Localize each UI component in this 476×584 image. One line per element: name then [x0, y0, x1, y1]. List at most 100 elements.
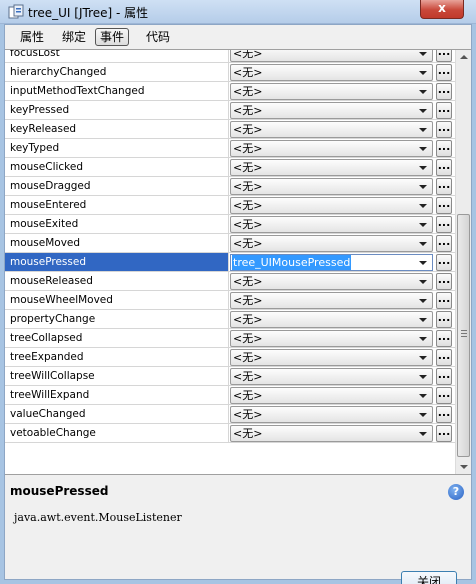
property-name[interactable]: mouseClicked: [5, 158, 229, 176]
handler-combobox[interactable]: <无>: [230, 273, 433, 290]
scroll-up-button[interactable]: [456, 50, 471, 65]
handler-combobox[interactable]: <无>: [230, 330, 433, 347]
ellipsis-button[interactable]: ...: [436, 349, 452, 366]
handler-combobox[interactable]: <无>: [230, 425, 433, 442]
property-name[interactable]: mouseReleased: [5, 272, 229, 290]
handler-combobox[interactable]: <无>: [230, 159, 433, 176]
handler-combobox[interactable]: <无>: [230, 83, 433, 100]
property-row[interactable]: keyReleased <无>...: [5, 120, 455, 139]
property-row[interactable]: treeExpanded <无>...: [5, 348, 455, 367]
ellipsis-button[interactable]: ...: [436, 330, 452, 347]
handler-combobox[interactable]: <无>: [230, 64, 433, 81]
tab-events[interactable]: 事件: [95, 28, 130, 46]
chevron-down-icon: [419, 71, 427, 75]
handler-combobox[interactable]: <无>: [230, 235, 433, 252]
handler-combobox[interactable]: <无>: [230, 368, 433, 385]
ellipsis-button[interactable]: ...: [436, 235, 452, 252]
ellipsis-button[interactable]: ...: [436, 102, 452, 119]
ellipsis-button[interactable]: ...: [436, 140, 452, 157]
property-row[interactable]: keyTyped <无>...: [5, 139, 455, 158]
property-row[interactable]: mouseReleased <无>...: [5, 272, 455, 291]
property-name[interactable]: hierarchyChanged: [5, 63, 229, 81]
handler-combobox[interactable]: <无>: [230, 49, 433, 62]
ellipsis-button[interactable]: ...: [436, 121, 452, 138]
ellipsis-button[interactable]: ...: [436, 197, 452, 214]
ellipsis-button[interactable]: ...: [436, 368, 452, 385]
property-name[interactable]: vetoableChange: [5, 424, 229, 442]
ellipsis-button[interactable]: ...: [436, 50, 452, 62]
handler-value: <无>: [233, 332, 263, 345]
handler-combobox[interactable]: <无>: [230, 197, 433, 214]
ellipsis-button[interactable]: ...: [436, 311, 452, 328]
handler-combobox[interactable]: <无>: [230, 406, 433, 423]
ellipsis-button[interactable]: ...: [436, 159, 452, 176]
property-row[interactable]: mouseMoved <无>...: [5, 234, 455, 253]
ellipsis-button[interactable]: ...: [436, 406, 452, 423]
property-row[interactable]: inputMethodTextChanged <无>...: [5, 82, 455, 101]
property-row[interactable]: mouseWheelMoved <无>...: [5, 291, 455, 310]
handler-combobox[interactable]: <无>: [230, 140, 433, 157]
property-row[interactable]: treeCollapsed <无>...: [5, 329, 455, 348]
handler-combobox[interactable]: <无>: [230, 292, 433, 309]
property-name[interactable]: propertyChange: [5, 310, 229, 328]
property-name[interactable]: treeExpanded: [5, 348, 229, 366]
scroll-thumb[interactable]: [457, 214, 470, 457]
property-name[interactable]: mouseWheelMoved: [5, 291, 229, 309]
property-name[interactable]: treeWillExpand: [5, 386, 229, 404]
property-name[interactable]: keyTyped: [5, 139, 229, 157]
property-name[interactable]: valueChanged: [5, 405, 229, 423]
property-name[interactable]: mouseMoved: [5, 234, 229, 252]
handler-combobox[interactable]: <无>: [230, 121, 433, 138]
handler-combobox[interactable]: <无>: [230, 349, 433, 366]
property-name[interactable]: focusLost: [5, 50, 229, 62]
property-name[interactable]: keyPressed: [5, 101, 229, 119]
property-name[interactable]: mousePressed: [5, 253, 229, 271]
ellipsis-button[interactable]: ...: [436, 64, 452, 81]
handler-combobox[interactable]: <无>: [230, 178, 433, 195]
property-row[interactable]: mousePressed tree_UIMousePressed...: [5, 253, 455, 272]
property-row[interactable]: keyPressed <无>...: [5, 101, 455, 120]
title-bar: tree_UI [JTree] - 属性 x: [0, 0, 476, 24]
property-row[interactable]: mouseDragged <无>...: [5, 177, 455, 196]
property-name[interactable]: keyReleased: [5, 120, 229, 138]
property-name[interactable]: mouseEntered: [5, 196, 229, 214]
help-icon[interactable]: ?: [448, 484, 464, 500]
scroll-down-button[interactable]: [456, 459, 471, 474]
handler-value: <无>: [233, 199, 263, 212]
ellipsis-button[interactable]: ...: [436, 83, 452, 100]
ellipsis-button[interactable]: ...: [436, 273, 452, 290]
property-row[interactable]: treeWillExpand <无>...: [5, 386, 455, 405]
property-row[interactable]: propertyChange <无>...: [5, 310, 455, 329]
property-name[interactable]: mouseExited: [5, 215, 229, 233]
property-row[interactable]: valueChanged <无>...: [5, 405, 455, 424]
property-name[interactable]: inputMethodTextChanged: [5, 82, 229, 100]
property-row[interactable]: focusLost <无>...: [5, 49, 455, 63]
handler-combobox[interactable]: <无>: [230, 102, 433, 119]
ellipsis-button[interactable]: ...: [436, 254, 452, 271]
close-button[interactable]: 关闭: [401, 571, 457, 584]
handler-combobox[interactable]: <无>: [230, 311, 433, 328]
tab-properties[interactable]: 属性: [15, 28, 49, 46]
property-row[interactable]: hierarchyChanged <无>...: [5, 63, 455, 82]
vertical-scrollbar[interactable]: [455, 50, 471, 474]
property-row[interactable]: treeWillCollapse <无>...: [5, 367, 455, 386]
handler-value: <无>: [233, 49, 263, 60]
handler-combobox[interactable]: tree_UIMousePressed: [230, 254, 433, 271]
property-row[interactable]: mouseClicked <无>...: [5, 158, 455, 177]
tab-code[interactable]: 代码: [141, 28, 175, 46]
ellipsis-button[interactable]: ...: [436, 216, 452, 233]
property-name[interactable]: mouseDragged: [5, 177, 229, 195]
property-row[interactable]: mouseExited <无>...: [5, 215, 455, 234]
ellipsis-button[interactable]: ...: [436, 387, 452, 404]
property-row[interactable]: vetoableChange <无>...: [5, 424, 455, 443]
handler-combobox[interactable]: <无>: [230, 216, 433, 233]
property-row[interactable]: mouseEntered <无>...: [5, 196, 455, 215]
property-name[interactable]: treeCollapsed: [5, 329, 229, 347]
ellipsis-button[interactable]: ...: [436, 178, 452, 195]
ellipsis-button[interactable]: ...: [436, 425, 452, 442]
tab-binding[interactable]: 绑定: [57, 28, 91, 46]
handler-combobox[interactable]: <无>: [230, 387, 433, 404]
property-name[interactable]: treeWillCollapse: [5, 367, 229, 385]
ellipsis-button[interactable]: ...: [436, 292, 452, 309]
window-close-button[interactable]: x: [420, 0, 464, 19]
